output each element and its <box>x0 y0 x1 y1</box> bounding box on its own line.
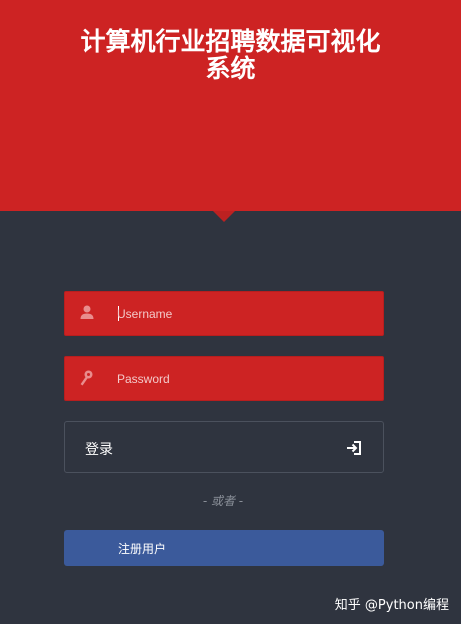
watermark-text: 知乎 @Python编程 <box>334 598 449 613</box>
user-icon <box>80 305 94 319</box>
page-title-line2: 系统 <box>205 54 256 83</box>
header-pointer <box>213 211 235 222</box>
username-field[interactable] <box>64 291 384 336</box>
register-button-label: 注册用户 <box>118 542 167 556</box>
key-icon <box>80 370 93 386</box>
sign-in-icon <box>347 441 361 455</box>
login-button[interactable]: 登录 <box>64 421 384 473</box>
register-button[interactable]: 注册用户 <box>64 530 384 566</box>
password-field[interactable] <box>64 356 384 401</box>
separator-text: - 或者 - <box>202 494 244 508</box>
username-input[interactable] <box>117 292 372 335</box>
page-title-line1: 计算机行业招聘数据可视化 <box>80 27 381 56</box>
header-banner: 计算机行业招聘数据可视化 系统 <box>0 0 461 211</box>
login-button-label: 登录 <box>85 442 113 458</box>
page-title: 计算机行业招聘数据可视化 系统 <box>40 28 421 82</box>
password-input[interactable] <box>117 357 372 400</box>
